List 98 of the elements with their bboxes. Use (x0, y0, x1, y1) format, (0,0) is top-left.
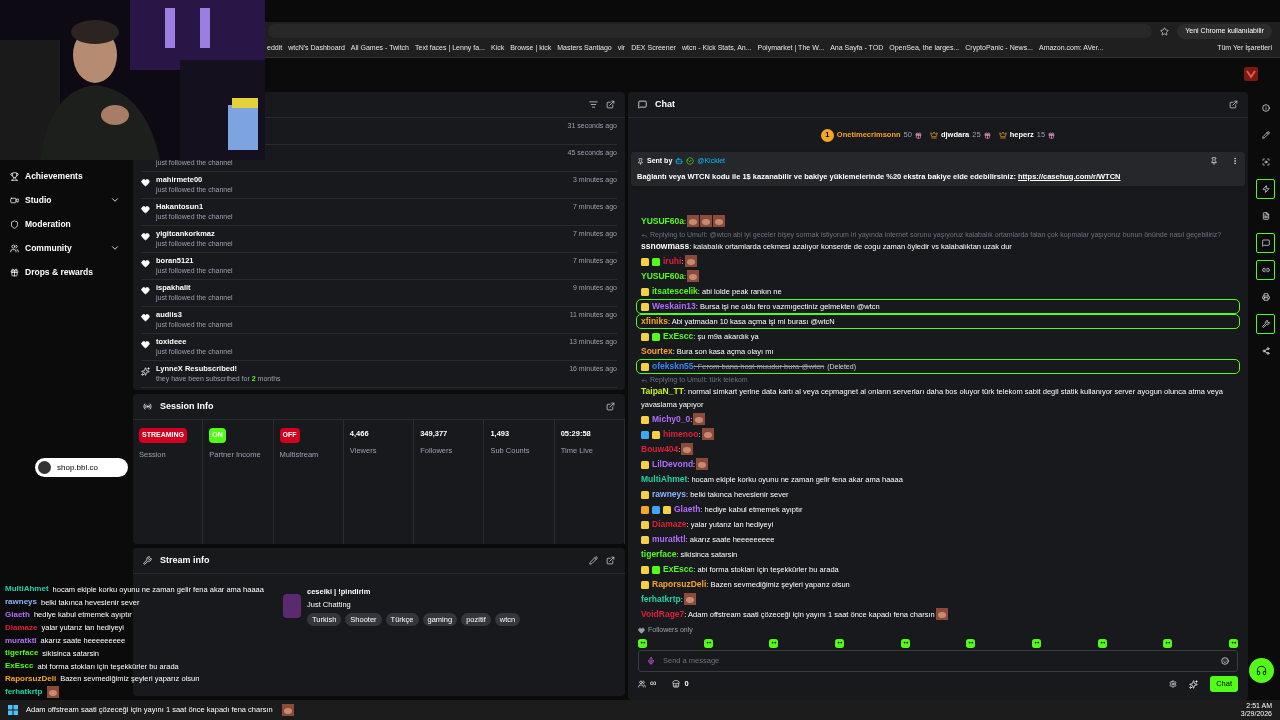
user-name: RaporsuzDeli (5, 672, 57, 685)
heart-icon (141, 313, 150, 322)
panel-title: Chat (655, 97, 675, 111)
nav-item[interactable]: Community (10, 240, 120, 256)
verified-icon (686, 157, 695, 166)
emote-icon[interactable] (1228, 638, 1238, 648)
nav-item[interactable]: Achievements (10, 168, 120, 184)
panel-title: Stream info (160, 553, 210, 567)
emote-icon[interactable] (1097, 638, 1107, 648)
badge-icon (641, 460, 649, 469)
category-thumbnail (283, 594, 301, 618)
heart-icon (141, 286, 150, 295)
emote-icon[interactable] (1031, 638, 1041, 648)
emote-icon[interactable] (638, 638, 647, 648)
reply-icon (641, 376, 648, 384)
popout-icon[interactable] (606, 100, 615, 109)
emote-icon (681, 443, 694, 455)
user-name: tigerface (5, 647, 39, 660)
message-icon[interactable] (1256, 233, 1275, 253)
crown-icon (998, 131, 1007, 139)
logo-icon (38, 461, 51, 474)
user-name: ferhatkrtp (5, 685, 43, 698)
trophy-icon (10, 171, 19, 181)
chevron-icon (110, 243, 120, 253)
emote-icon (687, 270, 700, 282)
badge-icon (641, 362, 649, 371)
shield-icon (10, 219, 19, 229)
microphone-icon[interactable] (647, 657, 655, 665)
heart-icon (141, 340, 150, 349)
wrench-icon[interactable] (1256, 314, 1275, 334)
heart-icon (638, 626, 645, 634)
nav-item[interactable]: Moderation (10, 216, 120, 232)
points-count: ∞ (650, 677, 657, 691)
user-name: MultiAhmet (5, 583, 49, 596)
emote-icon (700, 215, 713, 227)
link-text: shop.bbl.co (57, 461, 98, 474)
heart-icon (141, 178, 150, 187)
chevron-icon (110, 195, 120, 205)
gift-icon (914, 131, 922, 139)
start-icon[interactable] (8, 705, 18, 715)
edit-icon[interactable] (589, 556, 598, 565)
headset-icon (1256, 665, 1267, 676)
heart-icon (141, 205, 150, 214)
popout-icon[interactable] (1229, 100, 1238, 109)
emote-icon (684, 255, 697, 267)
popout-icon[interactable] (606, 402, 615, 411)
more-icon[interactable] (1231, 157, 1239, 166)
emote-icon[interactable] (703, 638, 713, 648)
shop-link[interactable]: shop.bbl.co (35, 458, 128, 477)
emote-icon (693, 413, 706, 425)
filter-icon[interactable] (589, 100, 598, 109)
chat-icon (638, 100, 647, 109)
settings-icon[interactable] (1169, 680, 1178, 688)
gift-icon (10, 267, 19, 277)
gift-icon (1048, 131, 1056, 139)
emote-icon[interactable] (769, 638, 779, 648)
emote-icon (701, 428, 714, 440)
heart-icon (141, 259, 150, 268)
emoji-icon[interactable] (1221, 657, 1229, 665)
user-name: Glaeth (5, 609, 30, 621)
pin-icon (637, 157, 644, 165)
emote-icon (696, 458, 709, 470)
wrench-icon (143, 556, 152, 565)
emote-icon[interactable] (900, 638, 910, 648)
nav-item[interactable]: Studio (10, 192, 120, 208)
logo-icon[interactable] (1244, 67, 1258, 81)
popout-icon[interactable] (606, 556, 615, 565)
panel-title: Session Info (160, 399, 214, 413)
store-icon[interactable] (672, 680, 681, 688)
zap-icon[interactable] (1256, 179, 1275, 199)
emote-icon[interactable] (1163, 638, 1173, 648)
emote-icon (713, 215, 726, 227)
points-icon[interactable] (638, 680, 646, 688)
heart-icon (141, 232, 150, 241)
emote-icon (935, 608, 948, 620)
support-button[interactable] (1249, 658, 1274, 683)
sparkle-icon (141, 367, 150, 376)
robot-icon (675, 157, 684, 166)
user-name: Diamaze (5, 621, 38, 634)
people-icon (10, 243, 19, 253)
emote-icon[interactable] (966, 638, 976, 648)
emote-icon (683, 593, 696, 605)
link-icon[interactable] (1256, 260, 1275, 280)
crown-icon (929, 131, 938, 139)
user-name: rawneys (5, 596, 38, 609)
emote-icon[interactable] (834, 638, 844, 648)
sparkle-icon[interactable] (1189, 679, 1199, 689)
emote-icon (281, 704, 294, 716)
video-icon (10, 195, 19, 205)
pin-icon[interactable] (1210, 157, 1218, 166)
star-icon[interactable] (1160, 26, 1170, 36)
nav-item[interactable]: Drops & rewards (10, 264, 120, 280)
reply-icon (641, 231, 648, 239)
user-name: muratktl (5, 634, 37, 647)
emote-icon (687, 215, 700, 227)
user-name: ExEscc (5, 660, 34, 673)
gift-icon (983, 131, 991, 139)
broadcast-icon (143, 402, 152, 411)
